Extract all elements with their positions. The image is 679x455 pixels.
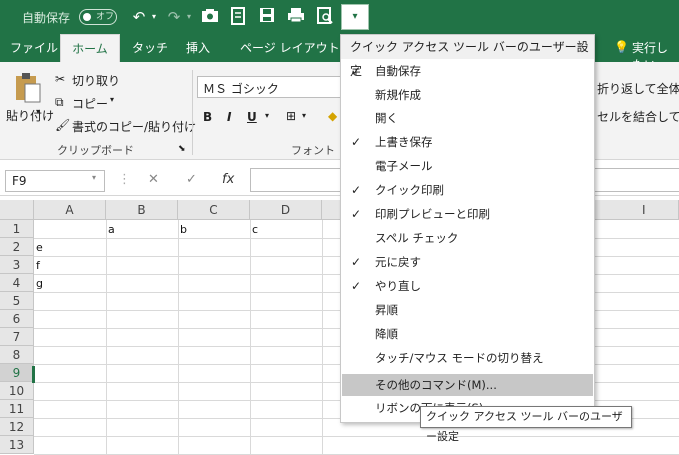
tooltip: クイック アクセス ツール バーのユーザー設定 (420, 406, 632, 443)
wrap-text-button[interactable]: 折り返して全体を (597, 80, 679, 97)
enter-icon[interactable]: ✓ (186, 172, 197, 187)
select-all-corner[interactable] (0, 200, 34, 220)
check-icon: ✓ (351, 183, 362, 197)
autosave-label: 自動保存 (22, 11, 71, 25)
column-header-b[interactable]: B (106, 200, 178, 220)
lightbulb-icon: 💡 (614, 40, 629, 54)
tab-file[interactable]: ファイル (10, 39, 58, 56)
menu-item-email[interactable]: 電子メール (342, 155, 593, 177)
autosave-toggle[interactable]: オフ (79, 9, 117, 25)
menu-item-sort-descending[interactable]: 降順 (342, 323, 593, 345)
tab-home[interactable]: ホーム (60, 34, 120, 63)
cell-b1[interactable]: a (106, 221, 115, 239)
menu-item-redo[interactable]: ✓ やり直し (342, 275, 593, 297)
check-icon: ✓ (351, 135, 362, 149)
border-icon[interactable]: ⊞ (286, 109, 296, 123)
cut-button[interactable]: 切り取り (72, 72, 120, 89)
check-icon: ✓ (351, 64, 362, 78)
row-header-8[interactable]: 8 (0, 346, 34, 364)
menu-item-new[interactable]: 新規作成 (342, 84, 593, 106)
check-icon: ✓ (351, 279, 362, 293)
menu-item-sort-ascending[interactable]: 昇順 (342, 299, 593, 321)
copy-icon[interactable]: ⧉ (55, 95, 64, 110)
column-header-d[interactable]: D (250, 200, 322, 220)
save-icon[interactable] (257, 7, 277, 27)
menu-item-quick-print[interactable]: ✓ クイック印刷 (342, 179, 593, 201)
copy-button[interactable]: コピー (72, 95, 108, 112)
merge-center-button[interactable]: セルを結合して中 (597, 108, 679, 125)
row-header-7[interactable]: 7 (0, 328, 34, 346)
menu-item-save[interactable]: ✓ 上書き保存 (342, 131, 593, 153)
italic-button[interactable]: I (227, 110, 231, 124)
customize-qat-menu: クイック アクセス ツール バーのユーザー設定 ✓ 自動保存 新規作成 開く ✓ 上… (340, 34, 595, 423)
menu-item-spell-check[interactable]: スペル チェック (342, 227, 593, 249)
menu-item-undo[interactable]: ✓ 元に戻す (342, 251, 593, 273)
title-bar: 自動保存 オフ ↶ ▾ ↷ ▾ ▾ (0, 0, 679, 34)
cell-a2[interactable]: e (34, 239, 43, 257)
ribbon-separator (192, 70, 193, 155)
redo-dropdown-icon[interactable]: ▾ (184, 7, 194, 27)
column-header-c[interactable]: C (178, 200, 250, 220)
redo-icon[interactable]: ↷ (165, 7, 183, 27)
print-preview-icon[interactable] (228, 7, 248, 27)
undo-dropdown-icon[interactable]: ▾ (149, 7, 159, 27)
menu-item-more-commands[interactable]: その他のコマンド(M)... (342, 374, 593, 396)
menu-item-touch-mouse-mode[interactable]: タッチ/マウス モードの切り替え (342, 347, 593, 369)
undo-icon[interactable]: ↶ (130, 7, 148, 27)
check-icon: ✓ (351, 207, 362, 221)
cell-a4[interactable]: g (34, 275, 43, 293)
underline-dropdown-icon[interactable]: ▾ (265, 111, 269, 120)
row-header-3[interactable]: 3 (0, 256, 34, 274)
cancel-icon[interactable]: ✕ (148, 172, 159, 187)
row-header-6[interactable]: 6 (0, 310, 34, 328)
paste-dropdown-icon[interactable]: ▾ (36, 107, 40, 116)
copy-dropdown-icon[interactable]: ▾ (110, 95, 114, 104)
cell-d1[interactable]: c (250, 221, 258, 239)
row-header-2[interactable]: 2 (0, 238, 34, 256)
font-group-label: フォント (291, 144, 335, 157)
name-box-dropdown-icon[interactable]: ▾ (92, 173, 96, 182)
clipboard-group-label: クリップボード (57, 144, 134, 157)
customize-qat-button[interactable]: ▾ (341, 4, 369, 30)
row-header-9[interactable]: 9 (0, 364, 34, 382)
row-header-4[interactable]: 4 (0, 274, 34, 292)
format-painter-icon[interactable]: 🖌 (55, 118, 70, 132)
menu-item-print-preview[interactable]: ✓ 印刷プレビューと印刷 (342, 203, 593, 225)
row-header-13[interactable]: 13 (0, 436, 34, 454)
camera-icon[interactable] (200, 7, 220, 27)
fill-color-icon[interactable]: ◆ (328, 109, 337, 123)
row-header-10[interactable]: 10 (0, 382, 34, 400)
more-options-icon: ⋮ (118, 172, 131, 187)
tab-page-layout[interactable]: ページ レイアウト (240, 39, 340, 56)
clipboard-launcher-icon[interactable]: ⬊ (178, 144, 186, 154)
active-row-indicator (32, 366, 35, 383)
row-header-11[interactable]: 11 (0, 400, 34, 418)
quick-print-icon[interactable] (286, 7, 306, 27)
cell-a3[interactable]: f (34, 257, 40, 275)
print-preview-search-icon[interactable] (315, 7, 335, 27)
check-icon: ✓ (351, 255, 362, 269)
paste-button[interactable]: 貼り付け (6, 107, 54, 124)
underline-button[interactable]: U (247, 110, 257, 124)
name-box[interactable]: F9 (5, 170, 105, 192)
menu-item-autosave[interactable]: ✓ 自動保存 (342, 60, 593, 82)
format-painter-button[interactable]: 書式のコピー/貼り付け (72, 118, 196, 135)
cell-c1[interactable]: b (178, 221, 187, 239)
row-header-1[interactable]: 1 (0, 220, 34, 238)
row-header-12[interactable]: 12 (0, 418, 34, 436)
column-header-a[interactable]: A (34, 200, 106, 220)
insert-function-icon[interactable]: fx (222, 172, 234, 187)
row-header-5[interactable]: 5 (0, 292, 34, 310)
paste-icon[interactable] (14, 72, 42, 107)
menu-title: クイック アクセス ツール バーのユーザー設定 (341, 35, 594, 78)
menu-item-open[interactable]: 開く (342, 107, 593, 129)
tab-insert[interactable]: 挿入 (186, 39, 210, 56)
font-name-select[interactable]: ＭＳ ゴシック (197, 76, 347, 98)
scissors-icon[interactable]: ✂ (55, 72, 65, 86)
bold-button[interactable]: B (203, 110, 212, 124)
border-dropdown-icon[interactable]: ▾ (302, 111, 306, 120)
row-gridline (34, 436, 679, 437)
tab-touch[interactable]: タッチ (132, 39, 168, 56)
